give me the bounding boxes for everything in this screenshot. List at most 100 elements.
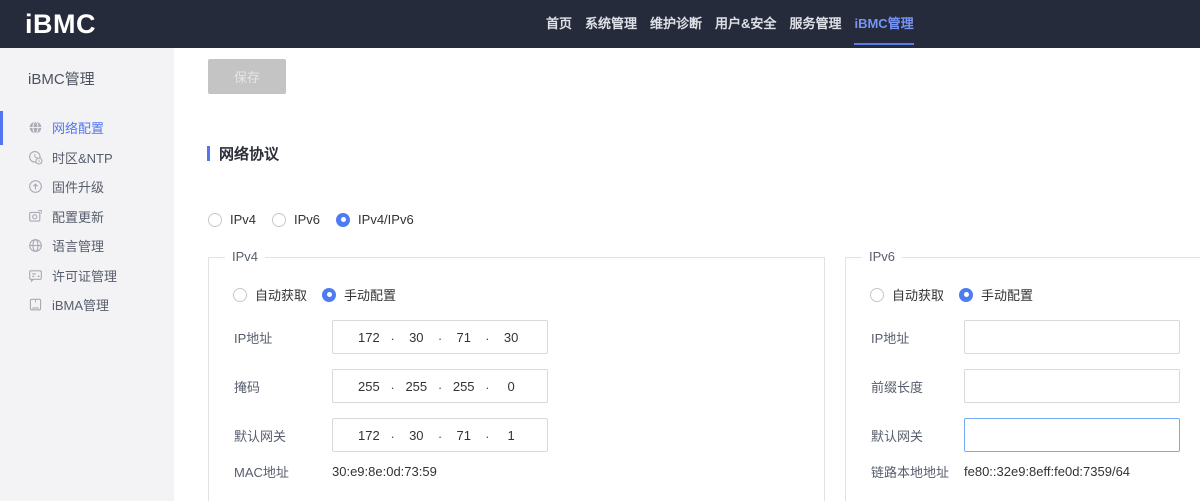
octet[interactable]: 255	[394, 379, 438, 394]
ipv6-gateway-input[interactable]	[964, 418, 1180, 452]
ipv4-manual-option[interactable]: 手动配置	[322, 285, 396, 304]
radio-label: IPv6	[294, 212, 320, 227]
radio-label: IPv4/IPv6	[358, 212, 414, 227]
radio-label: 自动获取	[892, 285, 944, 304]
ipv4-gateway-input[interactable]: 172 . 30 . 71 . 1	[332, 418, 548, 452]
octet[interactable]: 30	[394, 428, 438, 443]
globe-icon	[28, 120, 43, 135]
radio-ipv4-manual-selected[interactable]	[322, 288, 336, 302]
octet[interactable]: 172	[347, 330, 391, 345]
radio-label: 手动配置	[344, 285, 396, 304]
ipv6-manual-option[interactable]: 手动配置	[959, 285, 1033, 304]
radio-option-ipv4[interactable]: IPv4	[208, 212, 256, 227]
nav-ibmc-management[interactable]: iBMC管理	[854, 0, 913, 48]
octet-separator: .	[391, 377, 395, 392]
field-label: IP地址	[871, 328, 964, 347]
octet-separator: .	[438, 328, 442, 343]
radio-label: 自动获取	[255, 285, 307, 304]
radio-ipv4-ipv6-selected[interactable]	[336, 213, 350, 227]
octet-separator: .	[438, 377, 442, 392]
radio-ipv6-auto-unselected[interactable]	[870, 288, 884, 302]
nav-service-management[interactable]: 服务管理	[789, 0, 841, 48]
sidebar-item-label: 固件升级	[52, 177, 104, 196]
octet-separator: .	[391, 328, 395, 343]
section-accent-bar	[207, 146, 210, 161]
sidebar-item-label: 语言管理	[52, 236, 104, 255]
nav-system-management[interactable]: 系统管理	[585, 0, 637, 48]
firmware-upgrade-icon	[28, 179, 43, 194]
save-button[interactable]: 保存	[208, 59, 286, 94]
octet[interactable]: 0	[489, 379, 533, 394]
octet[interactable]: 30	[394, 330, 438, 345]
ipv4-ip-address-row: IP地址 172 . 30 . 71 . 30	[234, 320, 548, 354]
sidebar-title: iBMC管理	[0, 48, 174, 89]
section-title-text: 网络协议	[219, 143, 279, 164]
octet[interactable]: 1	[489, 428, 533, 443]
field-label: MAC地址	[234, 462, 332, 481]
field-label: 默认网关	[871, 426, 964, 445]
ipv4-panel-legend: IPv4	[225, 249, 265, 264]
ipv4-mask-input[interactable]: 255 . 255 . 255 . 0	[332, 369, 548, 403]
ipv4-mode-radio-group: 自动获取 手动配置	[233, 285, 396, 304]
sidebar-item-config-update[interactable]: 配置更新	[0, 202, 174, 232]
field-label: 链路本地地址	[871, 462, 964, 481]
octet[interactable]: 30	[489, 330, 533, 345]
field-label: IP地址	[234, 328, 332, 347]
license-icon	[28, 268, 43, 283]
radio-ipv6-unselected[interactable]	[272, 213, 286, 227]
app-logo: iBMC	[25, 0, 96, 48]
octet[interactable]: 71	[442, 428, 486, 443]
ipv4-mask-row: 掩码 255 . 255 . 255 . 0	[234, 369, 548, 403]
sidebar-item-language-management[interactable]: 语言管理	[0, 231, 174, 261]
radio-ipv4-unselected[interactable]	[208, 213, 222, 227]
sidebar-item-firmware-upgrade[interactable]: 固件升级	[0, 172, 174, 202]
sidebar: iBMC管理 网络配置 时区&NTP 固件升级	[0, 48, 174, 501]
nav-maintenance-diagnostics[interactable]: 维护诊断	[650, 0, 702, 48]
field-label: 掩码	[234, 377, 332, 396]
sidebar-item-network-config[interactable]: 网络配置	[0, 113, 174, 143]
sidebar-item-label: 配置更新	[52, 207, 104, 226]
radio-ipv4-auto-unselected[interactable]	[233, 288, 247, 302]
package-icon	[28, 297, 43, 312]
radio-ipv6-manual-selected[interactable]	[959, 288, 973, 302]
sidebar-item-license-management[interactable]: 许可证管理	[0, 261, 174, 291]
field-label: 前缀长度	[871, 377, 964, 396]
sidebar-item-ibma-management[interactable]: iBMA管理	[0, 290, 174, 320]
language-icon	[28, 238, 43, 253]
ipv4-auto-option[interactable]: 自动获取	[233, 285, 307, 304]
ipv6-gateway-row: 默认网关	[871, 418, 1180, 452]
ipv6-ip-address-input[interactable]	[964, 320, 1180, 354]
ibmc-screen: iBMC 首页 系统管理 维护诊断 用户&安全 服务管理 iBMC管理 iBMC…	[0, 0, 1200, 501]
nav-home[interactable]: 首页	[546, 0, 572, 48]
sidebar-item-label: 网络配置	[52, 118, 104, 137]
timezone-clock-icon	[28, 150, 43, 165]
octet[interactable]: 71	[442, 330, 486, 345]
radio-option-ipv6[interactable]: IPv6	[272, 212, 320, 227]
sidebar-item-label: 许可证管理	[52, 266, 117, 285]
ipv6-prefix-length-input[interactable]	[964, 369, 1180, 403]
octet-separator: .	[486, 426, 490, 441]
ipv6-panel: IPv6 自动获取 手动配置 IP地址 前缀长度 默认	[845, 257, 1200, 501]
topbar: iBMC 首页 系统管理 维护诊断 用户&安全 服务管理 iBMC管理	[0, 0, 1200, 48]
octet-separator: .	[391, 426, 395, 441]
ipv4-ip-address-input[interactable]: 172 . 30 . 71 . 30	[332, 320, 548, 354]
ipv6-auto-option[interactable]: 自动获取	[870, 285, 944, 304]
main-content: 保存 网络协议 IPv4 IPv6 IPv4/IPv6 IPv4	[174, 48, 1200, 501]
radio-option-ipv4-ipv6[interactable]: IPv4/IPv6	[336, 212, 414, 227]
ipv4-gateway-row: 默认网关 172 . 30 . 71 . 1	[234, 418, 548, 452]
radio-label: 手动配置	[981, 285, 1033, 304]
ipv4-panel: IPv4 自动获取 手动配置 IP地址 172 . 30 . 7	[208, 257, 825, 501]
ipv6-prefix-length-row: 前缀长度	[871, 369, 1180, 403]
nav-user-security[interactable]: 用户&安全	[715, 0, 776, 48]
protocol-radio-group: IPv4 IPv6 IPv4/IPv6	[208, 212, 414, 227]
sidebar-item-timezone-ntp[interactable]: 时区&NTP	[0, 143, 174, 173]
octet[interactable]: 172	[347, 428, 391, 443]
octet[interactable]: 255	[347, 379, 391, 394]
octet[interactable]: 255	[442, 379, 486, 394]
ipv6-link-local-row: 链路本地地址 fe80::32e9:8eff:fe0d:7359/64	[871, 461, 1130, 481]
octet-separator: .	[486, 328, 490, 343]
field-label: 默认网关	[234, 426, 332, 445]
radio-label: IPv4	[230, 212, 256, 227]
section-title: 网络协议	[207, 143, 279, 164]
config-update-icon	[28, 209, 43, 224]
